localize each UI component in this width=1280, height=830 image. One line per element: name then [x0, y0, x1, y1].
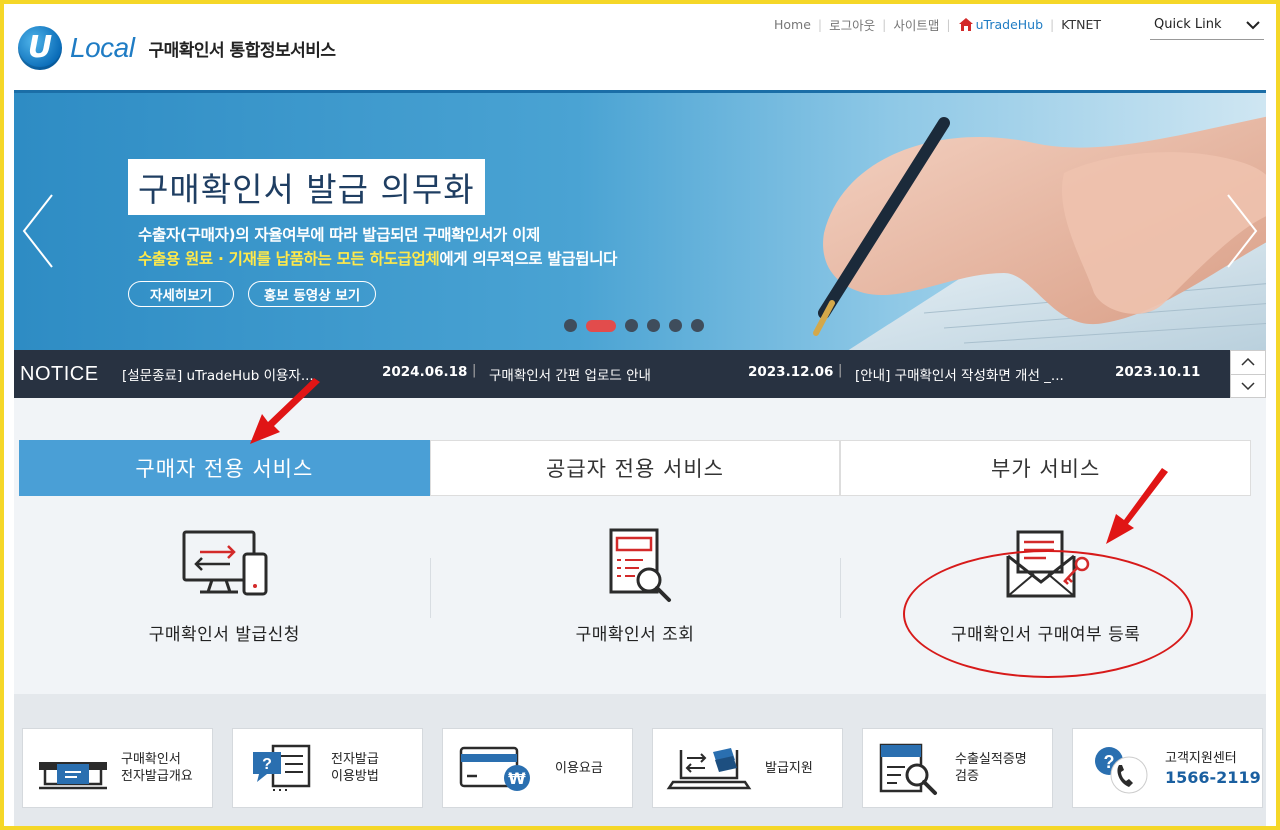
quick-link-export-verify[interactable]: 수출실적증명 검증 — [862, 728, 1053, 808]
nav-logout-link[interactable]: 로그아웃 — [829, 15, 875, 34]
quick-link-issue-support[interactable]: 발급지원 — [652, 728, 843, 808]
nav-separator: | — [882, 17, 887, 32]
notice-date: 2023.12.06 — [748, 364, 834, 380]
hand-pen-illustration — [813, 116, 1266, 350]
banner-description-line1: 수출자(구매자)의 자율여부에 따라 발급되던 구매확인서가 이제 — [138, 226, 541, 244]
header: U Local 구매확인서 통합정보서비스 Home | 로그아웃 | 사이트맵… — [4, 4, 1276, 90]
quick-link-label: 발급지원 — [765, 760, 813, 776]
quick-link-e-issue-overview[interactable]: 구매확인서 전자발급개요 — [22, 728, 213, 808]
quick-link-customer-center[interactable]: ? 고객지원센터 1566-2119 — [1072, 728, 1263, 808]
svg-text:?: ? — [262, 756, 272, 773]
nav-ktnet-link[interactable]: KTNET — [1061, 17, 1101, 32]
service-issue-request[interactable]: 구매확인서 발급신청 — [19, 518, 430, 668]
banner-description-line2: 수출용 원료 · 기재를 납품하는 모든 하도급업체에게 의무적으로 발급됩니다 — [138, 250, 618, 268]
nav-sitemap-link[interactable]: 사이트맵 — [893, 15, 939, 34]
slide-dot-active[interactable] — [586, 319, 616, 332]
quick-link-e-issue-howto[interactable]: ? 전자발급 이용방법 — [232, 728, 423, 808]
chevron-down-icon — [1246, 20, 1260, 29]
transfer-monitor-icon — [182, 530, 268, 596]
quick-link-label: 전자발급 이용방법 — [331, 752, 379, 784]
quick-link-label: Quick Link — [1154, 17, 1222, 32]
quick-link-label: 수출실적증명 검증 — [955, 752, 1027, 784]
notice-separator: | — [472, 363, 477, 378]
home-icon — [958, 18, 973, 31]
logo-text: Local — [70, 32, 135, 63]
annotation-ellipse — [903, 550, 1193, 678]
site-title: 구매확인서 통합정보서비스 — [148, 40, 336, 61]
nav-utradehub-link[interactable]: uTradeHub — [958, 17, 1043, 32]
detail-button[interactable]: 자세히보기 — [128, 281, 234, 307]
top-nav: Home | 로그아웃 | 사이트맵 | uTradeHub | KTNET — [774, 15, 1101, 34]
main-banner: 구매확인서 발급 의무화 수출자(구매자)의 자율여부에 따라 발급되던 구매확… — [14, 90, 1266, 350]
banner-title: 구매확인서 발급 의무화 — [128, 159, 485, 215]
page-frame: U Local 구매확인서 통합정보서비스 Home | 로그아웃 | 사이트맵… — [4, 4, 1276, 826]
atm-card-icon — [39, 762, 107, 790]
service-inquiry[interactable]: 구매확인서 조회 — [429, 518, 841, 668]
notice-separator: | — [838, 363, 843, 378]
quick-link-label: 구매확인서 전자발급개요 — [121, 752, 193, 784]
nav-separator: | — [946, 17, 951, 32]
notice-item[interactable]: 구매확인서 간편 업로드 안내 — [489, 364, 651, 384]
logo[interactable]: U Local 구매확인서 통합정보서비스 — [18, 26, 336, 70]
chevron-up-icon — [1241, 358, 1255, 366]
laptop-transfer-icon — [666, 748, 752, 790]
quick-link-label: 고객지원센터 1566-2119 — [1165, 751, 1261, 787]
doc-magnifier-icon — [879, 743, 937, 795]
nav-separator: | — [1050, 17, 1055, 32]
annotation-arrow-right — [1106, 468, 1168, 544]
notice-up-button[interactable] — [1231, 351, 1265, 375]
notice-label: NOTICE — [20, 362, 99, 385]
tab-buyer-service[interactable]: 구매자 전용 서비스 — [19, 440, 430, 496]
tab-additional-service[interactable]: 부가 서비스 — [840, 440, 1252, 496]
customer-center-phone: 1566-2119 — [1165, 768, 1261, 787]
notice-date: 2023.10.11 — [1115, 364, 1201, 380]
slide-dot[interactable] — [691, 319, 704, 332]
tab-supplier-service[interactable]: 공급자 전용 서비스 — [429, 440, 841, 496]
annotation-arrow-left — [250, 378, 320, 444]
quick-link-fees[interactable]: ₩ 이용요금 — [442, 728, 633, 808]
chevron-down-icon — [1241, 382, 1255, 390]
notice-scroll-control — [1230, 350, 1266, 398]
service-label: 구매확인서 조회 — [575, 625, 695, 645]
slide-dot[interactable] — [669, 319, 682, 332]
help-chat-icon: ? — [253, 744, 311, 791]
slide-dot[interactable] — [564, 319, 577, 332]
quick-links-area: 구매확인서 전자발급개요 ? 전자발급 이용방법 ₩ 이용요금 발급지원 수출실… — [14, 694, 1266, 826]
slide-dot[interactable] — [625, 319, 638, 332]
document-search-icon — [609, 528, 671, 602]
chevron-right-icon[interactable] — [1224, 191, 1260, 271]
nav-separator: | — [817, 17, 823, 32]
notice-bar: NOTICE [설문종료] uTradeHub 이용자... 2024.06.1… — [14, 350, 1266, 398]
banner-highlight: 수출용 원료 · 기재를 납품하는 모든 하도급업체 — [138, 250, 440, 268]
logo-mark: U — [18, 26, 62, 70]
notice-item[interactable]: [안내] 구매확인서 작성화면 개선 _... — [855, 364, 1064, 384]
slide-indicators — [564, 319, 713, 332]
won-card-icon: ₩ — [459, 746, 530, 791]
chevron-left-icon[interactable] — [20, 191, 56, 271]
quick-links: 구매확인서 전자발급개요 ? 전자발급 이용방법 ₩ 이용요금 발급지원 수출실… — [22, 728, 1276, 808]
notice-down-button[interactable] — [1231, 375, 1265, 398]
service-label: 구매확인서 발급신청 — [148, 625, 300, 645]
quick-link-label: 이용요금 — [555, 760, 603, 776]
nav-home-link[interactable]: Home — [774, 17, 811, 32]
slide-dot[interactable] — [647, 319, 660, 332]
support-phone-icon: ? — [1095, 747, 1148, 794]
service-tabs: 구매자 전용 서비스 공급자 전용 서비스 부가 서비스 — [19, 440, 1252, 496]
svg-text:₩: ₩ — [508, 769, 526, 788]
notice-date: 2024.06.18 — [382, 364, 468, 380]
promo-video-button[interactable]: 홍보 동영상 보기 — [248, 281, 376, 307]
quick-link-select[interactable]: Quick Link — [1150, 10, 1264, 40]
